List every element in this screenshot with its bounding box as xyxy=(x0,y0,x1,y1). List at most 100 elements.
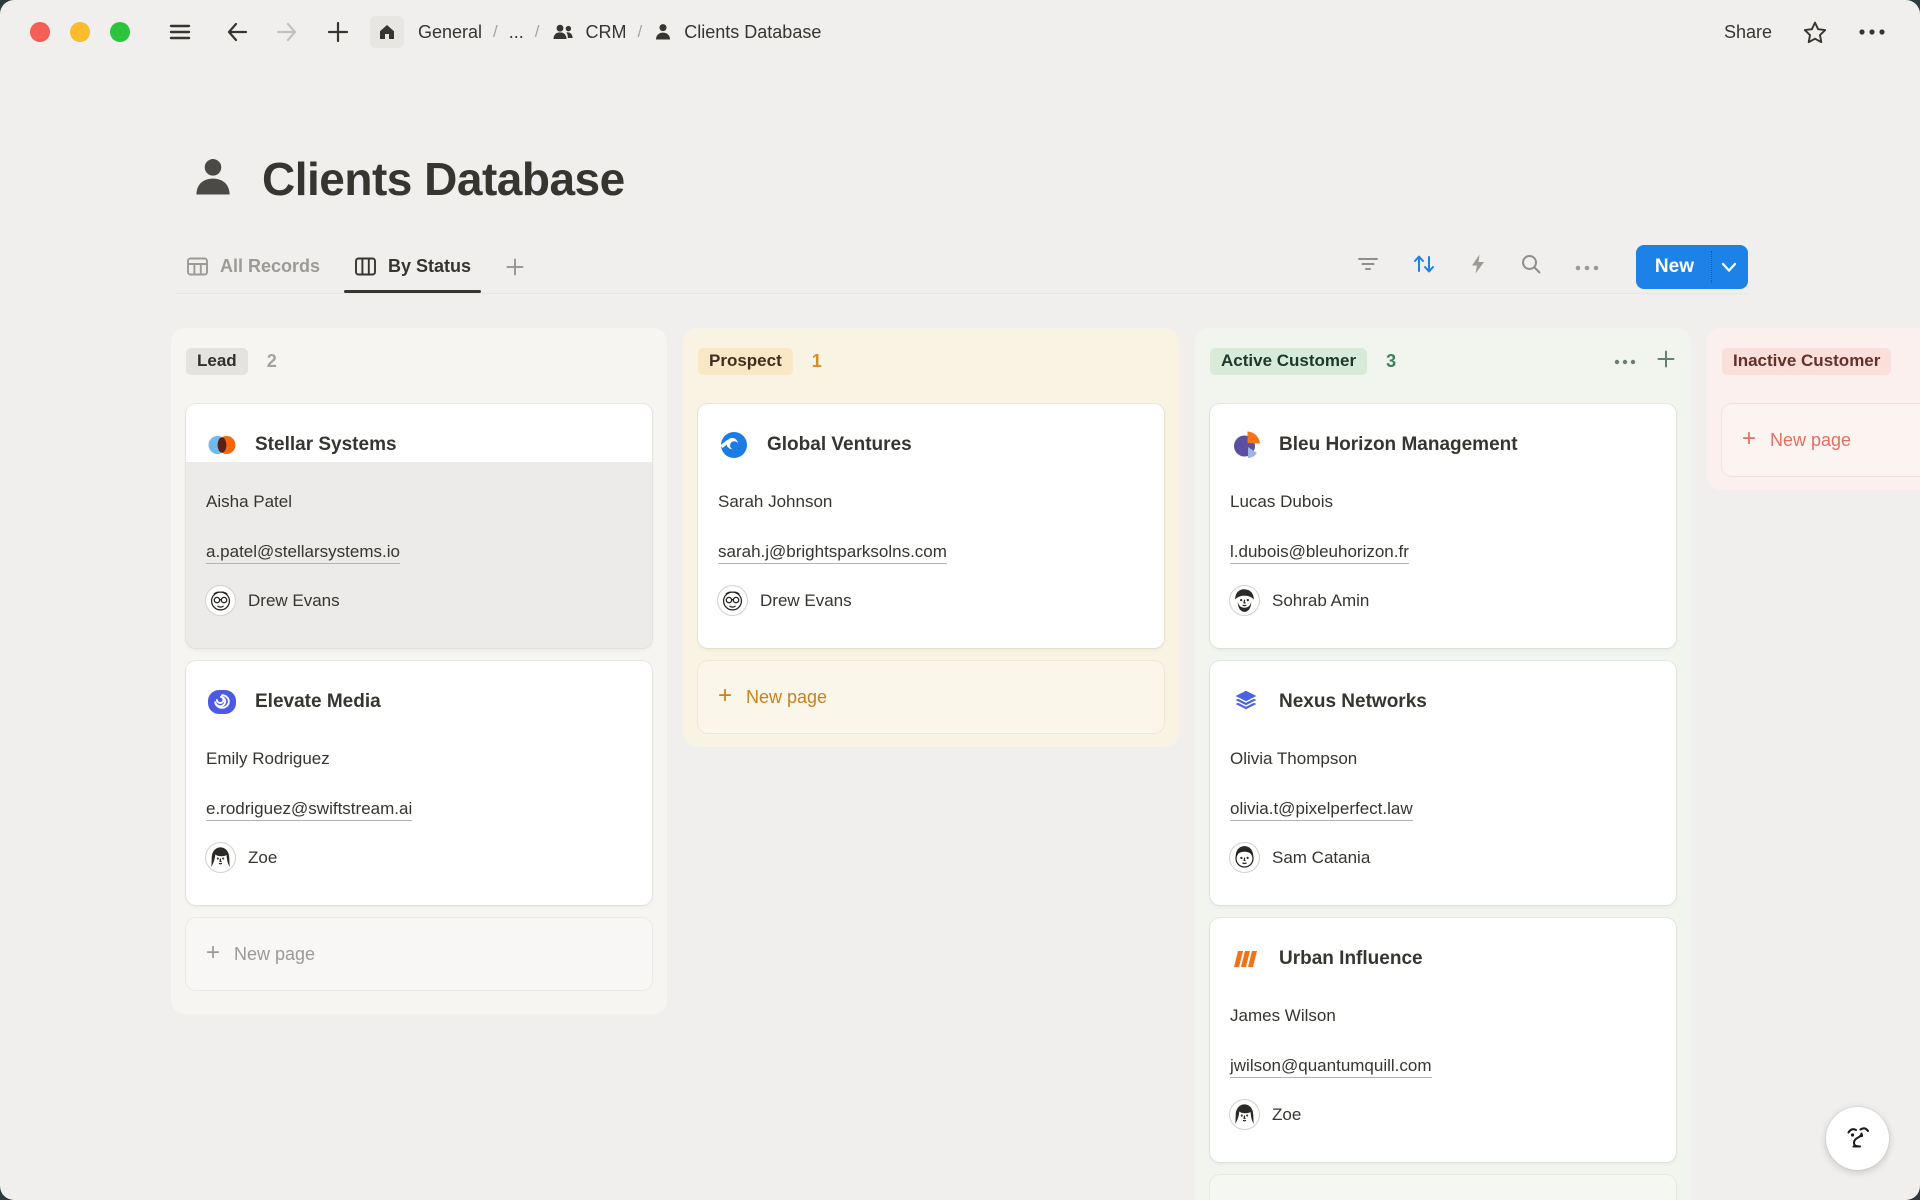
breadcrumb-separator: / xyxy=(638,22,643,42)
home-icon[interactable] xyxy=(370,16,404,48)
chevron-down-icon[interactable] xyxy=(1712,245,1748,289)
new-page-button-inactive[interactable]: + New page xyxy=(1722,404,1920,476)
pie-segments-icon xyxy=(1230,430,1262,460)
page-title: Clients Database xyxy=(262,152,625,206)
new-tab-icon[interactable] xyxy=(326,20,350,44)
owner-row: Drew Evans xyxy=(698,586,1164,615)
email-link[interactable]: sarah.j@brightsparksolns.com xyxy=(698,542,1164,562)
add-view-icon[interactable] xyxy=(505,240,525,293)
owner-name: Sohrab Amin xyxy=(1272,591,1369,611)
breadcrumb-general[interactable]: General xyxy=(418,22,482,43)
owner-name: Sam Catania xyxy=(1272,848,1370,868)
plus-icon: + xyxy=(1742,427,1756,451)
minimize-window-button[interactable] xyxy=(70,22,90,42)
view-toolbar: All Records By Status xyxy=(0,240,1920,294)
new-page-label: New page xyxy=(746,687,827,708)
owner-row: Drew Evans xyxy=(186,586,652,615)
breadcrumb-page[interactable]: Clients Database xyxy=(684,22,821,43)
window-titlebar: General / ... / CRM / Clients Database S… xyxy=(0,0,1920,64)
spiral-icon xyxy=(206,687,238,717)
owner-name: Zoe xyxy=(248,848,277,868)
email-link[interactable]: l.dubois@bleuhorizon.fr xyxy=(1210,542,1676,562)
forward-icon[interactable] xyxy=(274,20,300,44)
column-more-icon[interactable] xyxy=(1614,352,1636,370)
card-urban-influence[interactable]: Urban Influence James Wilson jwilson@qua… xyxy=(1210,918,1676,1162)
sidebar-menu-icon[interactable] xyxy=(168,21,192,43)
owner-name: Drew Evans xyxy=(248,591,340,611)
tab-all-records[interactable]: All Records xyxy=(186,240,320,293)
new-page-label: New page xyxy=(1770,430,1851,451)
email-link[interactable]: jwilson@quantumquill.com xyxy=(1210,1056,1676,1076)
plus-icon: + xyxy=(718,684,732,708)
view-more-icon[interactable] xyxy=(1575,258,1599,276)
contact-name: Lucas Dubois xyxy=(1210,492,1676,512)
drew-avatar xyxy=(206,586,235,615)
new-page-button-active[interactable] xyxy=(1210,1175,1676,1200)
email-link[interactable]: e.rodriguez@swiftstream.ai xyxy=(186,799,652,819)
card-stellar-systems[interactable]: Stellar Systems Aisha Patel a.patel@stel… xyxy=(186,404,652,648)
app-window: General / ... / CRM / Clients Database S… xyxy=(0,0,1920,1200)
card-title: Bleu Horizon Management xyxy=(1279,434,1518,456)
sam-avatar xyxy=(1230,843,1259,872)
column-count: 1 xyxy=(812,351,822,372)
share-button[interactable]: Share xyxy=(1724,22,1772,43)
back-icon[interactable] xyxy=(224,20,250,44)
zoom-window-button[interactable] xyxy=(110,22,130,42)
drew-avatar xyxy=(718,586,747,615)
tab-by-status[interactable]: By Status xyxy=(354,240,471,293)
status-badge-prospect[interactable]: Prospect xyxy=(698,348,793,375)
new-record-label[interactable]: New xyxy=(1636,245,1711,289)
column-add-icon[interactable] xyxy=(1656,349,1676,374)
contact-name: Sarah Johnson xyxy=(698,492,1164,512)
card-title: Urban Influence xyxy=(1279,948,1423,970)
new-record-button[interactable]: New xyxy=(1636,245,1748,289)
contact-name: Emily Rodriguez xyxy=(186,749,652,769)
email-link[interactable]: a.patel@stellarsystems.io xyxy=(186,542,652,562)
new-page-button-lead[interactable]: + New page xyxy=(186,918,652,990)
sohrab-avatar xyxy=(1230,586,1259,615)
close-window-button[interactable] xyxy=(30,22,50,42)
breadcrumb-crm[interactable]: CRM xyxy=(586,22,627,43)
card-global-ventures[interactable]: Global Ventures Sarah Johnson sarah.j@br… xyxy=(698,404,1164,648)
card-bleu-horizon-management[interactable]: Bleu Horizon Management Lucas Dubois l.d… xyxy=(1210,404,1676,648)
search-icon[interactable] xyxy=(1520,253,1542,280)
column-lead: Lead 2 Stellar Systems Aisha Patel a xyxy=(171,328,667,1014)
zoe-avatar xyxy=(206,843,235,872)
status-badge-lead[interactable]: Lead xyxy=(186,348,248,375)
card-title: Elevate Media xyxy=(255,691,381,713)
stripes-icon xyxy=(1230,944,1262,974)
page-header: Clients Database xyxy=(0,64,1920,206)
favorite-star-icon[interactable] xyxy=(1802,20,1828,45)
automation-bolt-icon[interactable] xyxy=(1469,253,1487,280)
card-elevate-media[interactable]: Elevate Media Emily Rodriguez e.rodrigue… xyxy=(186,661,652,905)
contact-name: James Wilson xyxy=(1210,1006,1676,1026)
owner-row: Sam Catania xyxy=(1210,843,1676,872)
new-page-button-prospect[interactable]: + New page xyxy=(698,661,1164,733)
owner-row: Zoe xyxy=(1210,1100,1676,1129)
contact-name: Olivia Thompson xyxy=(1210,749,1676,769)
filter-icon[interactable] xyxy=(1357,256,1379,277)
status-badge-active-customer[interactable]: Active Customer xyxy=(1210,348,1367,375)
breadcrumb-separator: / xyxy=(535,22,540,42)
email-link[interactable]: olivia.t@pixelperfect.law xyxy=(1210,799,1676,819)
donut-swirl-icon xyxy=(718,430,750,460)
team-people-icon xyxy=(551,22,575,42)
column-active-customer: Active Customer 3 xyxy=(1195,328,1691,1200)
status-badge-inactive-customer[interactable]: Inactive Customer xyxy=(1722,348,1891,375)
venn-circles-icon xyxy=(206,430,238,460)
column-inactive-customer: Inactive Customer + New page xyxy=(1707,328,1920,490)
page-person-icon xyxy=(190,154,236,205)
new-page-label: New page xyxy=(234,944,315,965)
card-nexus-networks[interactable]: Nexus Networks Olivia Thompson olivia.t@… xyxy=(1210,661,1676,905)
contact-name: Aisha Patel xyxy=(186,492,652,512)
column-count: 3 xyxy=(1386,351,1396,372)
plus-icon: + xyxy=(206,941,220,965)
more-options-icon[interactable] xyxy=(1858,28,1886,36)
notion-face-icon xyxy=(1842,1122,1874,1156)
breadcrumb-ellipsis[interactable]: ... xyxy=(509,22,524,43)
sort-icon[interactable] xyxy=(1412,253,1436,280)
person-icon xyxy=(653,22,673,42)
owner-name: Zoe xyxy=(1272,1105,1301,1125)
breadcrumb: General / ... / CRM / Clients Database xyxy=(418,22,821,43)
notion-ai-face-button[interactable] xyxy=(1826,1107,1889,1170)
